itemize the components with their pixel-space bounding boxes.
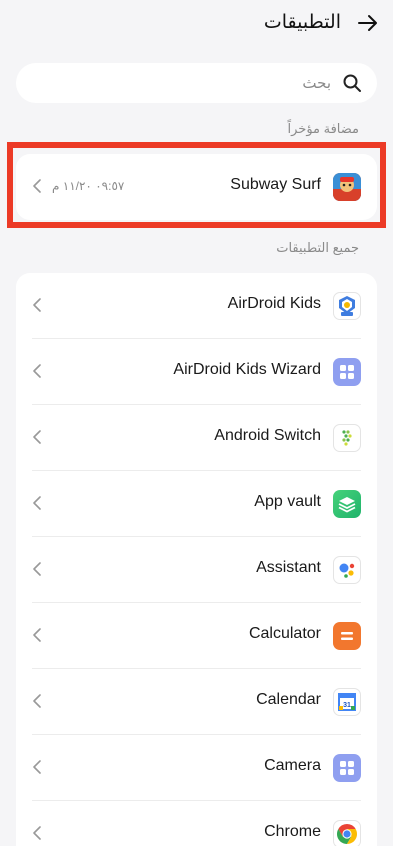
chrome-icon — [333, 820, 361, 846]
app-name: Calculator — [248, 625, 321, 642]
app-name: Android Switch — [214, 427, 321, 444]
recent-section-label: مضافة مؤخراً — [287, 121, 360, 136]
calendar-icon: 31 — [333, 688, 361, 716]
list-item[interactable]: App vault — [16, 471, 377, 537]
list-item[interactable]: Camera — [16, 735, 377, 801]
wizard-icon — [333, 358, 361, 386]
chevron-left-icon — [32, 177, 42, 195]
added-time: ٠٩:٥٧ ١١/٢٠ م — [52, 179, 125, 193]
calculator-icon — [333, 622, 361, 650]
recent-card: Subway Surf ٠٩:٥٧ ١١/٢٠ م — [16, 154, 377, 220]
list-item[interactable]: AirDroid Kids Wizard — [16, 339, 377, 405]
list-item[interactable]: Calculator — [16, 603, 377, 669]
all-apps-section-label: جميع التطبيقات — [276, 240, 359, 255]
recent-app-row[interactable]: Subway Surf ٠٩:٥٧ ١١/٢٠ م — [16, 154, 377, 220]
android-switch-icon — [333, 424, 361, 452]
chevron-left-icon — [32, 626, 42, 644]
back-button[interactable] — [355, 10, 381, 36]
list-item[interactable]: Android Switch — [16, 405, 377, 471]
arrow-right-icon — [358, 15, 377, 31]
all-apps-card: AirDroid Kids AirDroid Kids Wizard Andro… — [16, 273, 377, 846]
subway-surf-icon — [333, 173, 361, 201]
page-title: التطبيقات — [263, 12, 341, 33]
search-icon — [341, 72, 363, 94]
header: التطبيقات — [0, 0, 393, 46]
app-name: App vault — [254, 493, 321, 510]
chevron-left-icon — [32, 428, 42, 446]
chevron-left-icon — [32, 692, 42, 710]
list-item[interactable]: AirDroid Kids — [16, 273, 377, 339]
app-vault-icon — [333, 490, 361, 518]
search-input[interactable]: بحث — [16, 63, 377, 103]
app-name: Subway Surf — [230, 176, 321, 193]
chevron-left-icon — [32, 362, 42, 380]
svg-text:31: 31 — [343, 702, 351, 709]
app-name: Camera — [264, 757, 321, 774]
app-name: Assistant — [256, 559, 321, 576]
list-item[interactable]: 31 Calendar — [16, 669, 377, 735]
search-placeholder: بحث — [302, 75, 331, 92]
app-name: AirDroid Kids Wizard — [173, 361, 321, 378]
chevron-left-icon — [32, 494, 42, 512]
assistant-icon — [333, 556, 361, 584]
camera-icon — [333, 754, 361, 782]
airdroid-kids-icon — [333, 292, 361, 320]
app-name: AirDroid Kids — [227, 295, 321, 312]
chevron-left-icon — [32, 296, 42, 314]
app-name: Calendar — [256, 691, 321, 708]
chevron-left-icon — [32, 560, 42, 578]
app-name: Chrome — [264, 823, 321, 840]
list-item[interactable]: Assistant — [16, 537, 377, 603]
list-item[interactable]: Chrome — [16, 801, 377, 846]
chevron-left-icon — [32, 824, 42, 842]
chevron-left-icon — [32, 758, 42, 776]
